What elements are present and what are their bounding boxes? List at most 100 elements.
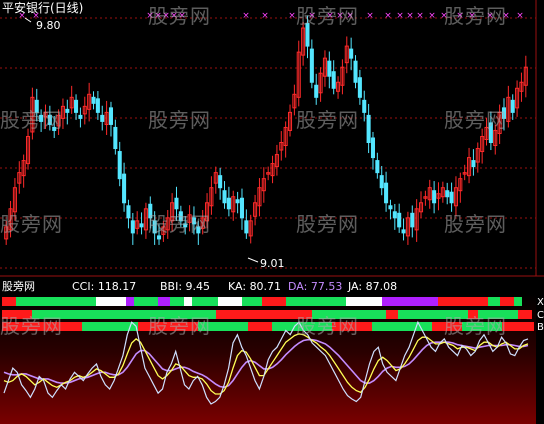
low-pointer [247, 257, 259, 263]
candle-body [117, 151, 122, 180]
high-pointer [24, 17, 32, 23]
watermark: 股旁网 [444, 108, 507, 132]
signal-marker: × [516, 11, 524, 21]
candle-body [91, 96, 96, 104]
signal-marker: × [396, 11, 404, 21]
watermark: 股旁网 [0, 108, 63, 132]
da-readout: DA: 77.53 [288, 281, 342, 293]
candle-body [74, 99, 79, 113]
signal-marker: × [261, 11, 269, 21]
signal-bar-segment [192, 297, 218, 306]
candle-body [327, 60, 332, 77]
high-price-label: 9.80 [36, 19, 61, 32]
candle-body [510, 99, 515, 113]
ja-label: JA: [348, 280, 363, 293]
signal-bar-segment [218, 297, 242, 306]
cci-label: CCI: [72, 280, 95, 293]
candle-body [244, 220, 249, 234]
candle-body [445, 190, 450, 198]
watermark: 股旁网 [444, 314, 507, 338]
signal-marker: × [428, 11, 436, 21]
signal-marker: × [406, 11, 414, 21]
signal-bar-segment [382, 297, 438, 306]
watermark: 股旁网 [296, 212, 359, 236]
candle-body [432, 190, 437, 204]
indicator-name: 股旁网 [2, 280, 35, 293]
cci-value: 118.17 [97, 280, 137, 293]
signal-marker: × [384, 11, 392, 21]
watermark: 股旁网 [148, 108, 211, 132]
ka-readout: KA: 80.71 [228, 281, 281, 293]
signal-bar-segment [518, 310, 532, 319]
signal-bar-segment [242, 297, 262, 306]
signal-bar-segment [126, 297, 134, 306]
signal-bar-segment [248, 322, 272, 331]
candle-body [65, 108, 70, 113]
signal-marker: × [366, 11, 374, 21]
signal-marker: × [416, 11, 424, 21]
watermark: 股旁网 [444, 4, 507, 28]
watermark: 股旁网 [444, 212, 507, 236]
candle-body [366, 114, 371, 144]
candle-body [222, 190, 227, 204]
candle-body [314, 84, 319, 98]
signal-bar-segment [184, 297, 192, 306]
watermark: 股旁网 [0, 314, 63, 338]
candle-body [471, 160, 476, 168]
candle-body [331, 71, 336, 89]
signal-bar-segment [372, 322, 432, 331]
candle-body [309, 48, 314, 83]
candle-body [349, 48, 354, 59]
ja-readout: JA: 87.08 [348, 281, 397, 293]
ka-label: KA: [228, 280, 247, 293]
bbi-readout: BBI: 9.45 [160, 281, 210, 293]
candle-body [397, 212, 402, 228]
candle-body [384, 182, 389, 204]
candle-body [388, 205, 393, 210]
candle-body [95, 98, 100, 113]
signal-marker: × [242, 11, 250, 21]
cci-readout: CCI: 118.17 [72, 281, 136, 293]
da-label: DA: [288, 280, 308, 293]
candle-body [100, 114, 105, 122]
signal-bar-segment [134, 297, 158, 306]
signal-bar-segment [386, 310, 398, 319]
candle-body [78, 114, 83, 119]
candle-body [410, 212, 415, 228]
signal-bar-segment [488, 297, 500, 306]
watermark: 股旁网 [0, 212, 63, 236]
watermark: 股旁网 [148, 4, 211, 28]
watermark: 股旁网 [148, 314, 211, 338]
signal-bar-segment [96, 297, 126, 306]
candle-body [357, 77, 362, 98]
signal-bar-segment [170, 297, 184, 306]
low-price-label: 9.01 [260, 257, 285, 270]
watermark: 股旁网 [296, 314, 359, 338]
bbi-value: 9.45 [185, 280, 211, 293]
signal-marker: × [288, 11, 296, 21]
candle-body [353, 60, 358, 83]
candle-body [401, 229, 406, 234]
signal-bar-segment [2, 297, 16, 306]
candle-body [108, 107, 114, 125]
da-value: 77.53 [310, 280, 343, 293]
candle-body [375, 160, 380, 174]
signal-bar-segment [262, 297, 286, 306]
signal-bar-segment [500, 297, 514, 306]
candle-body [139, 223, 144, 228]
signal-bar-segment [158, 297, 170, 306]
bar-label-b: B [537, 322, 544, 333]
candle-body [449, 191, 454, 204]
candle-body [113, 126, 118, 150]
candle-body [370, 137, 376, 159]
signal-bar-segment [514, 297, 522, 306]
signal-bar-segment [346, 297, 382, 306]
candle-body [392, 211, 397, 219]
ja-value: 87.08 [365, 280, 398, 293]
signal-bar-segment [286, 297, 346, 306]
bar-label-x: X [537, 297, 544, 308]
watermark: 股旁网 [296, 108, 359, 132]
candle-body [235, 199, 240, 204]
candle-body [122, 173, 127, 204]
candle-body [379, 175, 384, 189]
